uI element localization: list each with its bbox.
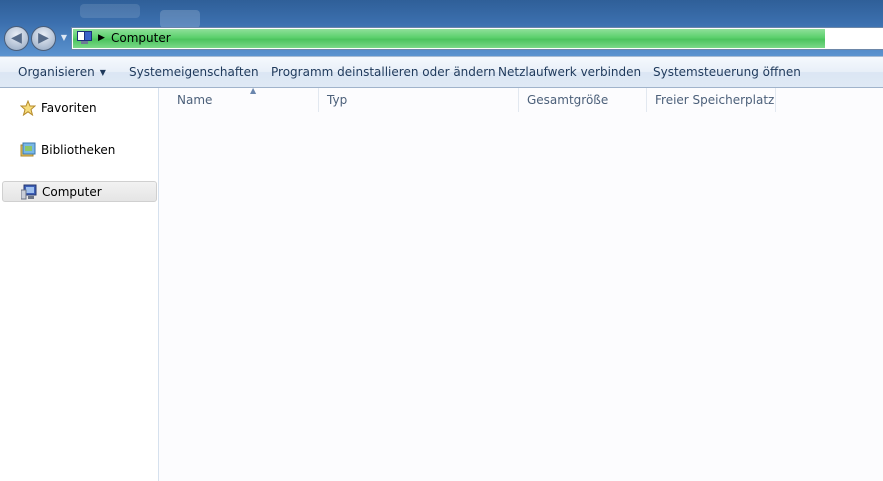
column-header-label: Freier Speicherplatz [655, 93, 775, 107]
star-icon [20, 99, 36, 116]
forward-button[interactable]: ▶ [31, 26, 56, 51]
organize-button[interactable]: Organisieren ▼ [18, 65, 106, 80]
address-bar[interactable]: ▶ Computer [71, 27, 883, 50]
nav-item-libraries[interactable]: Bibliotheken [2, 139, 157, 160]
sort-ascending-icon: ▲ [250, 86, 257, 95]
nav-item-favorites[interactable]: Favoriten [2, 97, 157, 118]
column-header-free-space[interactable]: Freier Speicherplatz [647, 88, 776, 112]
computer-icon [21, 184, 37, 199]
column-header-type[interactable]: Typ [319, 88, 519, 112]
aero-glass-reflection-2 [160, 10, 200, 28]
breadcrumb-chevron-icon[interactable]: ▶ [98, 31, 105, 45]
column-header-label: Name [177, 93, 213, 107]
system-properties-button[interactable]: Systemeigenschaften [129, 65, 259, 80]
nav-item-label: Favoriten [41, 100, 97, 115]
back-button[interactable]: ◀ [4, 26, 29, 51]
computer-icon [77, 31, 92, 44]
open-control-panel-button[interactable]: Systemsteuerung öffnen [653, 65, 801, 80]
uninstall-program-button[interactable]: Programm deinstallieren oder ändern [271, 65, 496, 80]
window-titlebar: ◀ ▶ ▼ ▶ Computer [0, 0, 883, 56]
content-pane: ▲ Name Typ Gesamtgröße Freier Speicherpl… [160, 86, 883, 481]
column-header-label: Typ [327, 93, 348, 107]
forward-arrow-icon: ▶ [38, 29, 49, 46]
libraries-icon [20, 142, 36, 156]
aero-glass-reflection [80, 4, 140, 18]
recent-pages-dropdown[interactable]: ▼ [59, 33, 69, 43]
nav-item-label: Bibliotheken [41, 142, 116, 157]
breadcrumb-location[interactable]: Computer [111, 31, 171, 45]
map-network-drive-button[interactable]: Netzlaufwerk verbinden [498, 65, 641, 80]
address-progress-fill [73, 29, 825, 48]
organize-label: Organisieren [18, 65, 95, 79]
navigation-pane: Favoriten Bibliotheken Computer [0, 88, 159, 481]
back-arrow-icon: ◀ [11, 29, 22, 46]
chevron-down-icon: ▼ [99, 68, 106, 77]
nav-item-label: Computer [42, 184, 102, 199]
column-header-name[interactable]: ▲ Name [169, 86, 319, 112]
column-header-total-size[interactable]: Gesamtgröße [519, 88, 647, 112]
nav-item-computer[interactable]: Computer [2, 181, 157, 202]
column-header-label: Gesamtgröße [527, 93, 609, 107]
command-bar: Organisieren ▼ Systemeigenschaften Progra… [0, 56, 883, 88]
